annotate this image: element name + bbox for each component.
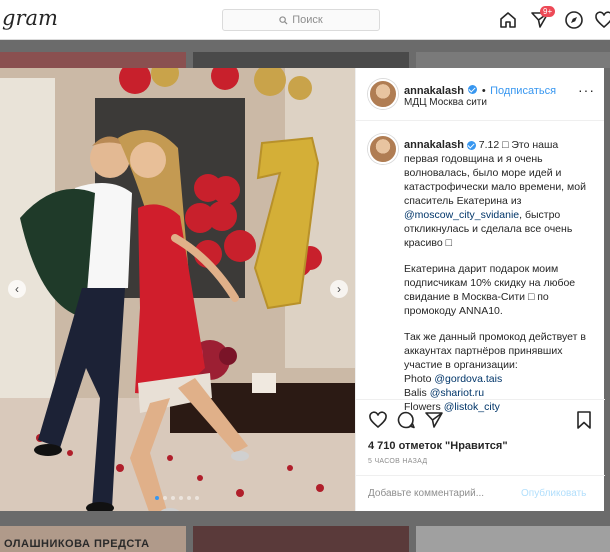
save-bookmark-icon[interactable] — [574, 410, 594, 430]
caption-username[interactable]: annakalash — [404, 139, 464, 151]
instagram-logo[interactable]: gram — [2, 6, 58, 30]
share-icon[interactable] — [424, 410, 444, 430]
mention-link[interactable]: @moscow_city_svidanie — [404, 209, 519, 221]
notification-badge: 9+ — [540, 6, 556, 17]
follow-button[interactable]: Подписаться — [490, 85, 556, 97]
search-input[interactable]: Поиск — [222, 9, 380, 31]
search-icon — [279, 15, 288, 25]
slide-dot — [171, 496, 175, 500]
slide-dot — [195, 496, 199, 500]
post-sidebar: annakalash • Подписаться МДЦ Москва сити… — [355, 68, 605, 512]
slide-dot — [163, 496, 167, 500]
caption-paragraph: Так же данный промокод действует в аккау… — [404, 331, 586, 371]
feed-thumbnail[interactable] — [416, 526, 610, 552]
post-timestamp[interactable]: 5 ЧАСОВ НАЗАД — [368, 458, 427, 465]
caption-paragraph: annakalash 7.12 □ Это наша первая годовщ… — [404, 138, 594, 250]
feed-thumbnail[interactable] — [0, 52, 186, 68]
post-photo[interactable]: ‹ › — [0, 68, 355, 511]
post-caption: annakalash 7.12 □ Это наша первая годовщ… — [404, 138, 594, 414]
partner-line: Photo @gordova.tais — [404, 372, 594, 386]
comment-icon[interactable] — [396, 410, 416, 430]
verified-badge-icon — [466, 140, 476, 150]
mention-link[interactable]: @shariot.ru — [430, 387, 484, 399]
feed-thumbnail[interactable] — [193, 526, 409, 552]
slide-indicator — [155, 496, 199, 500]
slide-dot — [187, 496, 191, 500]
feed-thumbnail[interactable]: ОЛАШНИКОВА ПРЕДСТА — [0, 526, 186, 552]
feed-thumbnail[interactable] — [193, 52, 409, 68]
caption-paragraph: Екатерина дарит подарок моим подписчикам… — [404, 263, 576, 317]
next-slide-button[interactable]: › — [330, 280, 348, 298]
avatar[interactable] — [368, 134, 398, 164]
post-actions: 4 710 отметок "Нравится" 5 ЧАСОВ НАЗАД Д… — [356, 399, 605, 512]
partner-line: Balis @shariot.ru — [404, 386, 594, 400]
activity-heart-icon[interactable] — [594, 10, 610, 30]
feed-thumbnail[interactable] — [416, 52, 610, 68]
comment-input[interactable]: Добавьте комментарий... — [368, 488, 484, 499]
likes-count[interactable]: 4 710 отметок "Нравится" — [368, 440, 508, 452]
top-navigation-bar: gram Поиск 9+ — [0, 0, 610, 40]
avatar[interactable] — [368, 79, 398, 109]
separator-dot: • — [481, 85, 486, 97]
home-icon[interactable] — [498, 10, 518, 30]
like-heart-icon[interactable] — [368, 410, 388, 430]
post-modal: ‹ › annakalash • Подписаться МДЦ Москва … — [0, 68, 605, 512]
chevron-right-icon: › — [337, 282, 341, 296]
post-photo-illustration — [0, 68, 355, 511]
verified-badge-icon — [468, 85, 478, 95]
username-link[interactable]: annakalash — [404, 85, 464, 97]
chevron-left-icon: ‹ — [15, 282, 19, 296]
slide-dot — [155, 496, 159, 500]
partner-label: Balis — [404, 387, 430, 399]
location-link[interactable]: МДЦ Москва сити — [404, 97, 487, 108]
partner-label: Photo — [404, 373, 435, 385]
explore-icon[interactable] — [564, 10, 584, 30]
thumbnail-caption: ОЛАШНИКОВА ПРЕДСТА — [4, 538, 150, 550]
search-placeholder: Поиск — [292, 14, 323, 26]
post-header: annakalash • Подписаться МДЦ Москва сити… — [356, 68, 604, 121]
more-options-icon[interactable]: ··· — [578, 82, 595, 98]
slide-dot — [179, 496, 183, 500]
publish-button[interactable]: Опубликовать — [521, 488, 586, 499]
mention-link[interactable]: @gordova.tais — [434, 373, 502, 385]
comment-form: Добавьте комментарий... Опубликовать — [356, 475, 605, 512]
previous-slide-button[interactable]: ‹ — [8, 280, 26, 298]
